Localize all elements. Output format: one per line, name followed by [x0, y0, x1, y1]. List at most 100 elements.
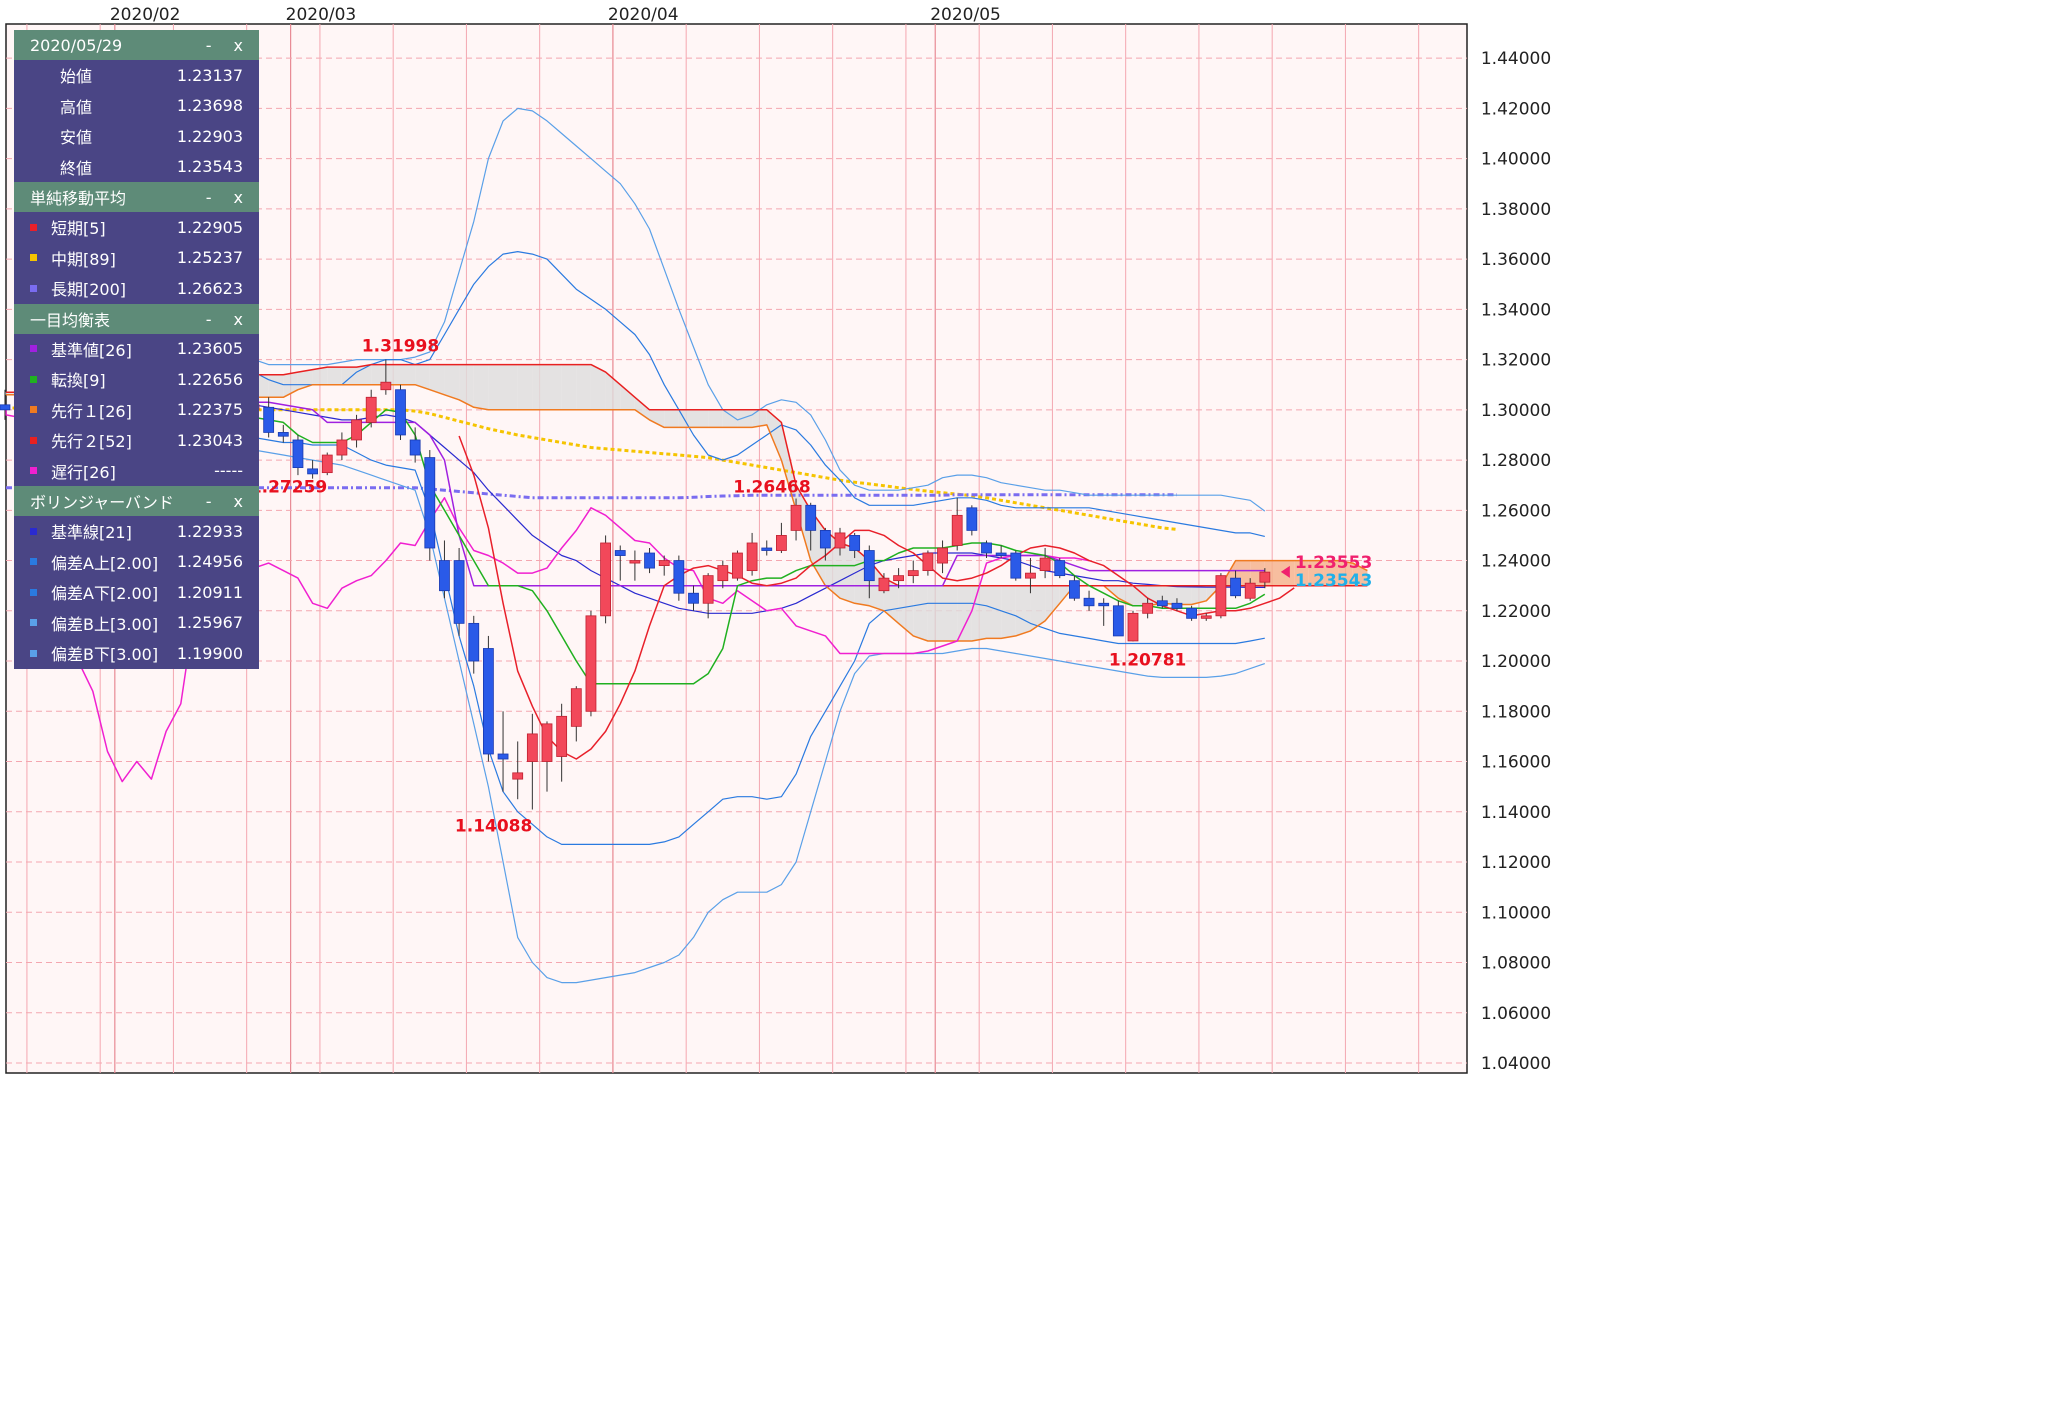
kumo-segment [708, 409, 723, 428]
current-price-label: 1.23553 [1295, 553, 1372, 573]
kumo-segment [576, 364, 591, 410]
kumo-segment [664, 409, 679, 428]
kumo-segment [400, 364, 416, 385]
kumo-segment [385, 364, 401, 385]
candle [526, 733, 538, 762]
ohlc-value: 1.23698 [176, 96, 243, 116]
y-tick-label: 1.38000 [1481, 200, 1551, 220]
ichimoku-row-chikou: 遅行[26] ----- [14, 456, 259, 487]
candle [1156, 600, 1168, 607]
bollinger-value: 1.22933 [176, 521, 243, 541]
ichimoku-row-senkou1: 先行１[26] 1.22375 [14, 395, 259, 426]
candle [1142, 602, 1154, 614]
kumo-segment [1176, 585, 1192, 605]
y-tick-label: 1.34000 [1481, 300, 1551, 320]
candle [819, 530, 831, 549]
candle [907, 570, 919, 577]
candle [1230, 577, 1241, 597]
ohlc-row-close: 終値 1.23543 [14, 152, 259, 183]
candle [702, 575, 714, 604]
kumo-segment [913, 585, 928, 641]
legend-swatch [30, 406, 37, 414]
y-tick-label: 1.32000 [1481, 351, 1551, 371]
sma-panel-header: 単純移動平均 -x [14, 182, 259, 212]
kumo-segment [927, 585, 943, 641]
ichimoku-close-button[interactable]: x [234, 310, 243, 329]
kumo-segment [532, 364, 547, 410]
candle [673, 560, 685, 594]
ohlc-value: 1.23137 [176, 65, 243, 85]
x-month-label: 2020/05 [930, 5, 1001, 25]
sma-minimize-button[interactable]: - [206, 188, 212, 207]
candle [292, 439, 304, 469]
sma-value: 1.26623 [176, 278, 243, 298]
candle [321, 454, 333, 474]
price-annotation: 1.26468 [733, 478, 810, 498]
candle [658, 560, 670, 566]
candle [1244, 582, 1256, 599]
bollinger-minimize-button[interactable]: - [206, 492, 212, 511]
legend-swatch [30, 375, 37, 383]
bollinger-value: 1.20911 [176, 582, 243, 602]
candle [351, 419, 362, 441]
ohlc-minimize-button[interactable]: - [206, 36, 212, 55]
candle [922, 552, 934, 572]
candle [1200, 615, 1212, 619]
candle [1054, 560, 1066, 577]
kumo-segment [356, 364, 372, 385]
candle [0, 404, 11, 411]
bollinger-row-a-up: 偏差A上[2.00] 1.24956 [14, 547, 259, 578]
bollinger-panel-header: ボリンジャーバンド -x [14, 486, 259, 516]
ohlc-row-open: 始値 1.23137 [14, 60, 259, 91]
bollinger-value: 1.19900 [176, 643, 243, 663]
y-tick-label: 1.08000 [1481, 954, 1551, 974]
candle [570, 688, 582, 727]
candle [732, 552, 743, 579]
candle [717, 565, 729, 582]
bollinger-row-b-up: 偏差B上[3.00] 1.25967 [14, 608, 259, 639]
legend-swatch [30, 558, 37, 566]
candle [468, 622, 480, 662]
kumo-segment [547, 364, 562, 410]
ichimoku-value: 1.22375 [176, 400, 243, 420]
candle [966, 507, 978, 531]
legend-swatch [30, 649, 37, 657]
legend-swatch [30, 467, 37, 475]
y-tick-label: 1.12000 [1481, 853, 1551, 873]
kumo-segment [371, 364, 386, 385]
kumo-segment [444, 364, 460, 400]
sma-close-button[interactable]: x [234, 188, 243, 207]
candle [981, 542, 992, 554]
kumo-segment [971, 585, 987, 641]
candle [439, 560, 450, 592]
candle [951, 514, 963, 546]
candle [307, 468, 319, 475]
kumo-segment [693, 409, 709, 428]
ohlc-value: 1.23543 [176, 157, 243, 177]
sma-row-long: 長期[200] 1.26623 [14, 273, 259, 304]
ichimoku-value: 1.22656 [176, 369, 243, 389]
x-month-label: 2020/03 [286, 5, 357, 25]
candle [937, 547, 948, 564]
bollinger-close-button[interactable]: x [234, 492, 243, 511]
y-tick-label: 1.24000 [1481, 552, 1551, 572]
candle [365, 396, 377, 423]
price-annotation: 1.20781 [1109, 650, 1186, 670]
x-month-label: 2020/02 [110, 5, 181, 25]
y-tick-label: 1.16000 [1481, 753, 1551, 773]
candle [277, 432, 289, 437]
ohlc-row-high: 高値 1.23698 [14, 91, 259, 122]
price-annotation: 1.14088 [455, 817, 532, 837]
legend-swatch [30, 619, 37, 627]
legend-swatch [30, 284, 37, 292]
candle [688, 592, 699, 604]
ichimoku-value: 1.23043 [176, 430, 243, 450]
candle [263, 406, 275, 433]
ohlc-close-button[interactable]: x [234, 36, 243, 55]
ichimoku-minimize-button[interactable]: - [206, 310, 212, 329]
candle [1171, 602, 1183, 609]
candle [614, 550, 626, 556]
candle [1025, 572, 1036, 579]
sma-row-short: 短期[5] 1.22905 [14, 212, 259, 243]
y-tick-label: 1.22000 [1481, 602, 1551, 622]
